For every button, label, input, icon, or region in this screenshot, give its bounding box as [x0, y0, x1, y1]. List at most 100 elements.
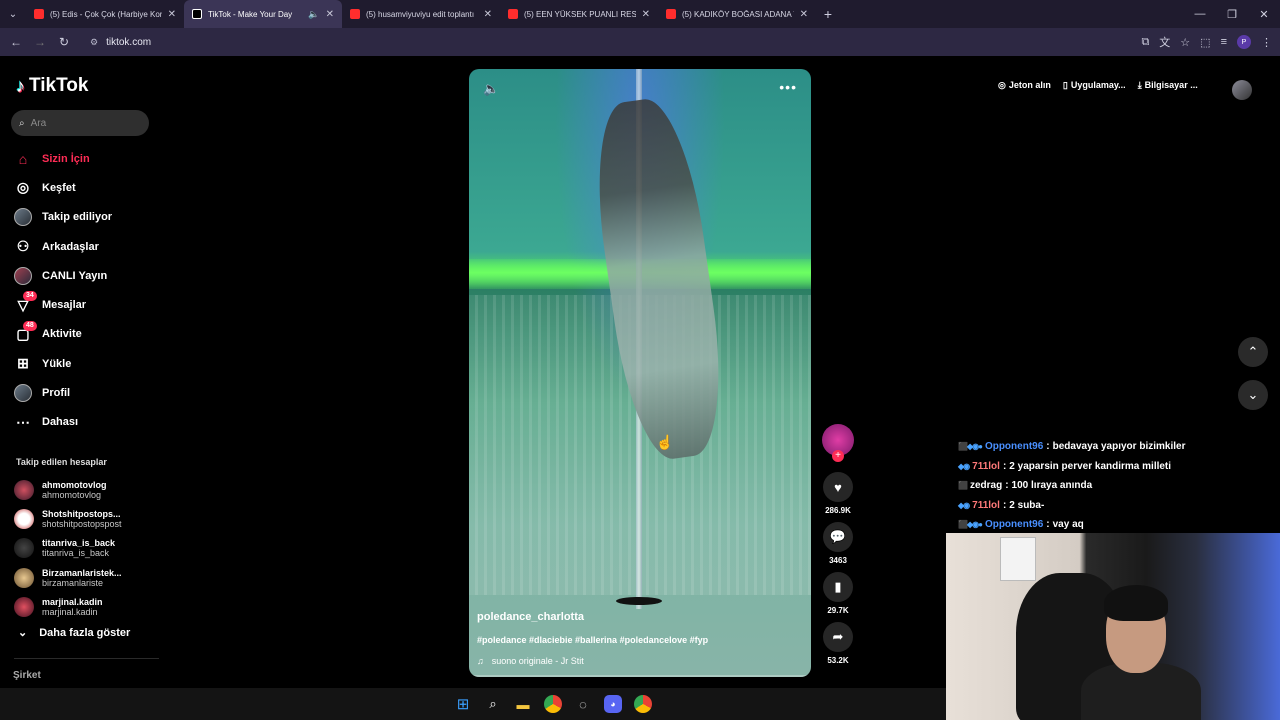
followed-account[interactable]: marjinal.kadin marjinal.kadin: [14, 592, 164, 621]
tab-title: (5) Edis - Çok Çok (Harbiye Kon: [50, 9, 162, 19]
close-tab-icon[interactable]: ✕: [168, 9, 176, 20]
new-tab-button[interactable]: +: [816, 6, 840, 22]
sidebar-item-friends[interactable]: ⚇ Arkadaşlar: [14, 232, 154, 261]
close-tab-icon[interactable]: ✕: [484, 9, 492, 20]
site-info-icon[interactable]: ⚙: [90, 37, 98, 48]
tab-title: (5) husamviyuviyu edit toplantı: [366, 9, 475, 19]
sidebar-item-for-you[interactable]: ⌂ Sizin İçin: [14, 144, 154, 173]
chrome-icon[interactable]: [544, 695, 562, 713]
comment-button[interactable]: 💬: [823, 522, 853, 552]
show-more-button[interactable]: ⌄ Daha fazla göster: [18, 626, 130, 640]
save-button[interactable]: ▮: [823, 572, 853, 602]
video-progress-bar[interactable]: [469, 675, 811, 677]
share-icon: ➦: [832, 629, 844, 644]
extensions-icon[interactable]: ⬚: [1200, 36, 1210, 49]
browser-tab[interactable]: (5) KADIKÖY BOĞASI ADANA Y ✕: [658, 0, 816, 28]
creator-avatar[interactable]: +: [822, 424, 854, 462]
sidebar-item-label: Aktivite: [42, 328, 82, 341]
browser-tab[interactable]: (5) husamviyuviyu edit toplantı ✕: [342, 0, 500, 28]
video-hashtags[interactable]: #poledance #dlaciebie #ballerina #poleda…: [477, 635, 708, 645]
logo-text: TikTok: [29, 75, 89, 96]
bookmark-star-icon[interactable]: ☆: [1180, 36, 1190, 49]
next-video-button[interactable]: ⌄: [1238, 380, 1268, 410]
profile-avatar[interactable]: P: [1237, 35, 1251, 49]
app-icon[interactable]: ◌: [574, 695, 592, 713]
windows-start-icon[interactable]: ⊞: [454, 695, 472, 713]
speaker-icon[interactable]: 🔈: [308, 9, 319, 20]
get-app-button[interactable]: ▯ Uygulamay...: [1063, 80, 1126, 91]
video-player[interactable]: 🔈 ••• poledance_charlotta #poledance #dl…: [469, 69, 811, 677]
comment-icon: 💬: [829, 529, 847, 544]
menu-dots-icon[interactable]: ⋮: [1261, 36, 1272, 49]
chevron-down-icon: ⌄: [18, 627, 28, 639]
followed-account[interactable]: Birzamanlaristek... birzamanlariste: [14, 563, 164, 592]
search-icon[interactable]: ⌕: [484, 695, 502, 713]
followed-account[interactable]: titanriva_is_back titanriva_is_back: [14, 534, 164, 563]
sidebar-item-activity[interactable]: ▢ 48 Aktivite: [14, 320, 154, 349]
sidebar-item-profile[interactable]: Profil: [14, 378, 154, 407]
sidebar-item-more[interactable]: ⋯ Dahası: [14, 408, 154, 437]
avatar: [14, 596, 34, 617]
close-tab-icon[interactable]: ✕: [642, 9, 650, 20]
address-bar: ← → ↻ ⚙ tiktok.com ⧉ 文 ☆ ⬚ ≡ P ⋮: [0, 28, 1280, 56]
tab-title: (5) KADIKÖY BOĞASI ADANA Y: [682, 9, 794, 19]
chat-separator: :: [1005, 480, 1009, 492]
like-button[interactable]: ♥: [823, 472, 853, 502]
restore-icon[interactable]: ❐: [1216, 0, 1248, 28]
chat-username: Opponent96: [984, 441, 1044, 453]
url-field[interactable]: ⚙ tiktok.com: [82, 31, 1092, 53]
browser-tab[interactable]: (5) Edis - Çok Çok (Harbiye Kon ✕: [26, 0, 184, 28]
get-coins-label: Jeton alın: [1008, 80, 1051, 90]
sidebar-item-label: CANLI Yayın: [42, 269, 108, 282]
reload-icon[interactable]: ↻: [52, 35, 76, 49]
video-username[interactable]: poledance_charlotta: [477, 611, 584, 623]
forward-icon[interactable]: →: [28, 35, 52, 49]
tiktok-logo[interactable]: ♪ TikTok: [16, 75, 88, 97]
browser-tab[interactable]: (5) EEN YÜKSEK PUANLI RESTO ✕: [500, 0, 658, 28]
sidebar-item-upload[interactable]: ⊞ Yükle: [14, 349, 154, 378]
sidebar-item-following[interactable]: Takip ediliyor: [14, 203, 154, 232]
minimize-icon[interactable]: —: [1184, 0, 1216, 28]
chat-badge-icons: ◆◉: [958, 461, 970, 471]
follow-plus-icon[interactable]: +: [832, 450, 844, 462]
sidebar-item-messages[interactable]: ▽ 34 Mesajlar: [14, 290, 154, 319]
search-placeholder: Ara: [30, 117, 47, 129]
sidebar-item-label: Profil: [42, 387, 71, 400]
file-explorer-icon[interactable]: ▬: [514, 695, 532, 713]
followed-accounts-list: ahmomotovlog ahmomotovlog Shotshitpostops…: [14, 475, 164, 621]
discord-icon[interactable]: ◕: [604, 695, 622, 713]
chat-text: 100 lıraya anında: [1011, 480, 1093, 492]
activity-count-badge: 48: [23, 320, 37, 331]
followed-account[interactable]: ahmomotovlog ahmomotovlog: [14, 475, 164, 504]
cast-icon[interactable]: ⧉: [1141, 36, 1149, 49]
avatar: [14, 208, 32, 227]
previous-video-button[interactable]: ⌃: [1238, 337, 1268, 367]
translate-icon[interactable]: 文: [1159, 34, 1170, 50]
youtube-icon: [508, 9, 518, 19]
close-window-icon[interactable]: ✕: [1248, 0, 1280, 28]
user-avatar[interactable]: [1232, 80, 1252, 100]
video-music[interactable]: ♫ suono originale - Jr Stit: [477, 656, 584, 666]
search-input[interactable]: ⌕ Ara: [11, 110, 149, 136]
close-tab-icon[interactable]: ✕: [326, 9, 334, 20]
get-coins-button[interactable]: ◎ Jeton alın: [998, 80, 1051, 91]
sidebar-item-label: Yükle: [42, 357, 72, 370]
back-icon[interactable]: ←: [4, 35, 28, 49]
chat-message: ⬛◆◉● Opponent96 : bedavaya yapıyor bizim…: [958, 437, 1278, 457]
close-tab-icon[interactable]: ✕: [800, 9, 808, 20]
more-options-icon[interactable]: •••: [779, 79, 797, 95]
followed-account[interactable]: Shotshitpostops... shotshitpostopspost: [14, 504, 164, 533]
account-handle: ahmomotovlog: [42, 489, 102, 500]
tab-search-icon[interactable]: ⌄: [0, 0, 26, 28]
browser-tab-active[interactable]: TikTok - Make Your Day 🔈 ✕: [184, 0, 342, 28]
chat-username: Opponent96: [984, 519, 1044, 531]
chrome-active-icon[interactable]: [634, 695, 652, 713]
chat-username: 711lol: [972, 460, 1000, 472]
sound-icon[interactable]: 🔈: [483, 81, 499, 97]
media-controls-icon[interactable]: ≡: [1221, 36, 1227, 48]
share-button[interactable]: ➦: [823, 622, 853, 652]
sidebar-item-explore[interactable]: ◎ Keşfet: [14, 173, 154, 202]
sidebar-item-live[interactable]: CANLI Yayın: [14, 261, 154, 290]
company-link[interactable]: Şirket: [13, 670, 41, 681]
desktop-app-button[interactable]: ⤓ Bilgisayar ...: [1138, 80, 1198, 91]
